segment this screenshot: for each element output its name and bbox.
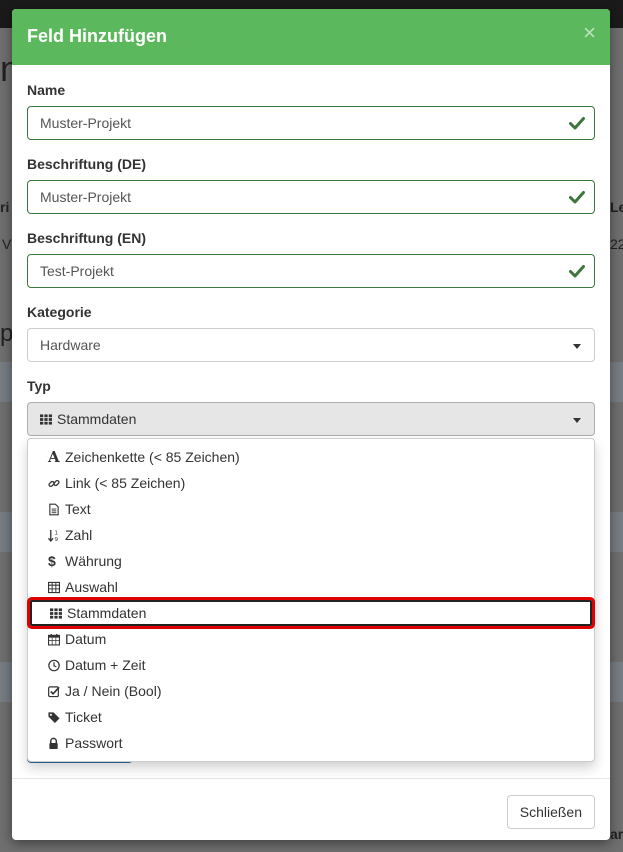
type-option-label: Text [65, 501, 91, 517]
type-option-date[interactable]: Datum [28, 626, 594, 652]
caption-en-label: Beschriftung (EN) [27, 230, 146, 246]
type-select-value: Stammdaten [57, 411, 137, 427]
type-option-number[interactable]: 1 9 Zahl [28, 522, 594, 548]
caption-en-input[interactable] [27, 254, 595, 288]
link-icon [48, 479, 60, 487]
type-option-datetime[interactable]: Datum + Zeit [28, 652, 594, 678]
lock-icon [49, 737, 58, 749]
svg-text:9: 9 [54, 537, 58, 542]
tag-icon [48, 711, 60, 723]
close-icon[interactable]: × [583, 22, 596, 44]
name-label: Name [27, 82, 66, 98]
type-option-link[interactable]: Link (< 85 Zeichen) [28, 470, 594, 496]
type-option-label: Ticket [65, 709, 102, 725]
background-cell-left: V [2, 236, 12, 252]
type-option-label: Datum + Zeit [65, 657, 146, 673]
name-form-group: Name [27, 82, 595, 140]
check-icon [569, 117, 585, 130]
type-form-group: Typ Stammdaten [27, 378, 595, 436]
caret-down-icon [573, 344, 581, 349]
caption-en-form-group: Beschriftung (EN) [27, 230, 595, 288]
category-select-value: Hardware [40, 337, 101, 353]
type-option-selection[interactable]: Auswahl [28, 574, 594, 600]
background-column-header-left: ri [0, 199, 10, 215]
type-option-string[interactable]: A Zeichenkette (< 85 Zeichen) [28, 444, 594, 470]
type-option-label: Zahl [65, 527, 93, 543]
check-square-icon [48, 685, 60, 697]
th-grid-icon [50, 607, 62, 619]
caption-de-label: Beschriftung (DE) [27, 156, 146, 172]
background-column-header-right: Le [610, 199, 623, 215]
type-option-ticket[interactable]: Ticket [28, 704, 594, 730]
type-option-label: Link (< 85 Zeichen) [65, 475, 186, 491]
sort-numeric-icon: 1 9 [48, 529, 58, 542]
check-icon [569, 191, 585, 204]
type-option-currency[interactable]: $ Währung [28, 548, 594, 574]
caret-down-icon [573, 418, 581, 423]
modal-title: Feld Hinzufügen [27, 26, 167, 46]
background-cell-right: 22 [610, 236, 623, 252]
type-option-label: Währung [65, 553, 122, 569]
category-form-group: Kategorie Hardware [27, 304, 595, 362]
modal-header: Feld Hinzufügen × [12, 9, 610, 65]
type-option-label: Ja / Nein (Bool) [65, 683, 162, 699]
type-option-label: Datum [65, 631, 107, 647]
file-text-icon [49, 503, 59, 515]
name-input[interactable] [27, 106, 595, 140]
type-option-text[interactable]: Text [28, 496, 594, 522]
type-option-label: Auswahl [65, 579, 118, 595]
font-icon: A [48, 447, 60, 466]
type-option-bool[interactable]: Ja / Nein (Bool) [28, 678, 594, 704]
category-label: Kategorie [27, 304, 92, 320]
caption-de-form-group: Beschriftung (DE) [27, 156, 595, 214]
table-icon [48, 581, 60, 593]
type-option-label: Zeichenkette (< 85 Zeichen) [65, 449, 240, 465]
modal-footer: Schließen [12, 778, 610, 840]
type-option-label: Passwort [65, 735, 123, 751]
type-dropdown-menu: A Zeichenkette (< 85 Zeichen) Link (< 85… [27, 438, 595, 762]
background-footer-fragment: ar [610, 826, 623, 842]
svg-text:1: 1 [54, 530, 58, 536]
type-label: Typ [27, 378, 51, 394]
type-option-label: Stammdaten [67, 605, 147, 621]
calendar-icon [48, 633, 60, 645]
add-field-modal: Feld Hinzufügen × Name Beschriftung (DE)… [12, 9, 610, 840]
clock-icon [48, 659, 60, 671]
close-button[interactable]: Schließen [506, 795, 595, 829]
type-option-password[interactable]: Passwort [28, 730, 594, 756]
type-option-masterdata[interactable]: Stammdaten [30, 600, 592, 626]
th-grid-icon [40, 413, 52, 425]
check-icon [569, 265, 585, 278]
dollar-icon: $ [48, 552, 56, 569]
category-select[interactable]: Hardware [27, 328, 595, 362]
type-select[interactable]: Stammdaten [27, 402, 595, 436]
caption-de-input[interactable] [27, 180, 595, 214]
